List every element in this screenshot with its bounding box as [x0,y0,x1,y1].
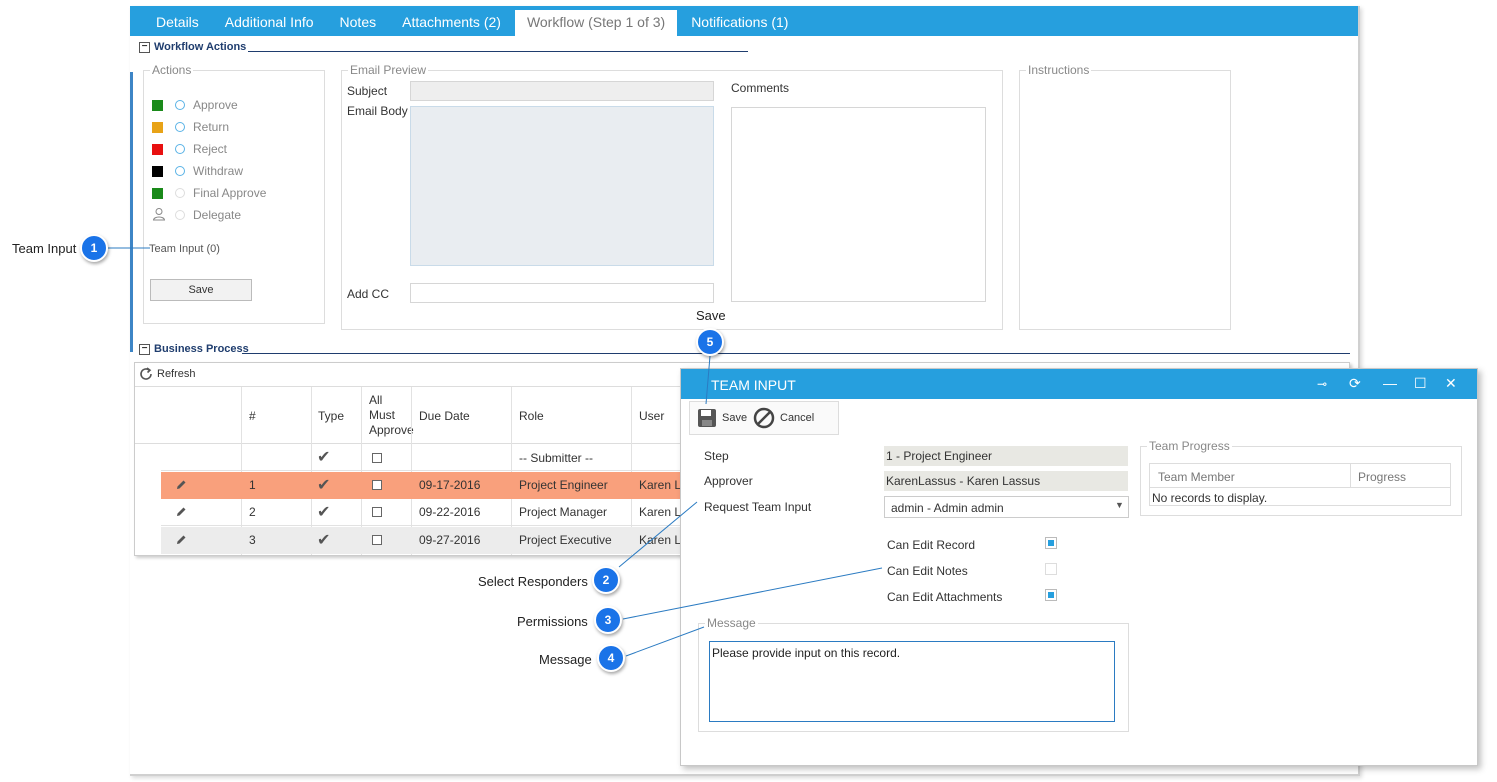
callout-5: 5 [696,328,724,356]
callout-4: 4 [597,644,625,672]
callout-label-message: Message [539,652,592,667]
callout-label-select-responders: Select Responders [478,574,588,589]
callout-label-team-input: Team Input [12,241,77,256]
callout-3: 3 [594,606,622,634]
callout-2: 2 [592,566,620,594]
callout-leader-lines [108,247,883,657]
callout-label-save: Save [696,308,726,323]
callout-label-permissions: Permissions [517,614,588,629]
callout-1: 1 [80,234,108,262]
